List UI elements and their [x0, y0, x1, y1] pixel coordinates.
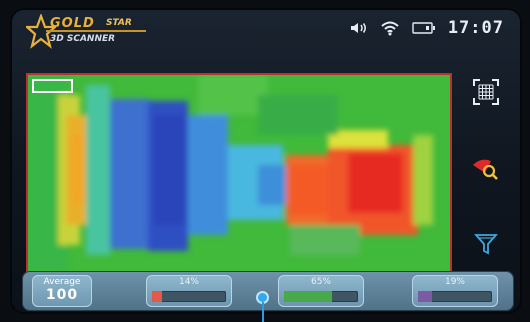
status-bar: 17:07 — [350, 16, 504, 40]
logo-scanner-text: 3D SCANNER — [50, 34, 116, 44]
average-box[interactable]: Average 100 — [32, 275, 92, 307]
meter-1-percent: 14% — [178, 277, 199, 287]
device-frame: GOLD STAR 3D SCANNER 17:07 Average 100 1… — [0, 0, 530, 322]
meter-3-fill — [418, 291, 433, 302]
scan-search-button[interactable] — [470, 154, 502, 186]
scan-search-icon — [473, 159, 498, 180]
clock-time: 17:07 — [447, 18, 504, 38]
screen: GOLD STAR 3D SCANNER 17:07 Average 100 1… — [10, 8, 522, 314]
volume-icon[interactable] — [350, 21, 368, 35]
average-label: Average — [43, 277, 81, 287]
logo-divider — [46, 30, 146, 32]
meter-2-fill — [284, 291, 333, 302]
filter-icon — [474, 234, 498, 255]
meter-2-track — [284, 291, 358, 302]
logo-star-text: STAR — [106, 18, 132, 28]
scan-image — [28, 75, 450, 271]
meter-3-percent: 19% — [444, 277, 465, 287]
grid-view-button[interactable] — [470, 76, 502, 108]
wifi-icon[interactable] — [380, 20, 400, 36]
position-indicator-line — [262, 302, 264, 322]
bottom-bar: Average 100 14% 65% 19% — [22, 271, 514, 311]
scan-cursor[interactable] — [32, 79, 73, 93]
filter-button[interactable] — [470, 228, 502, 260]
meter-3[interactable]: 19% — [412, 275, 498, 307]
scan-heatmap[interactable] — [26, 73, 452, 273]
grid-view-icon — [473, 79, 499, 105]
meter-1[interactable]: 14% — [146, 275, 232, 307]
header: GOLD STAR 3D SCANNER 17:07 — [10, 8, 522, 54]
average-value: 100 — [45, 287, 79, 303]
position-indicator-dot[interactable] — [258, 293, 267, 302]
battery-icon — [412, 22, 436, 34]
meter-1-track — [152, 291, 226, 302]
meter-2-percent: 65% — [310, 277, 331, 287]
gold-star-logo: GOLD STAR 3D SCANNER — [26, 14, 148, 50]
meter-2[interactable]: 65% — [278, 275, 364, 307]
logo-gold-text: GOLD — [50, 16, 95, 31]
meter-3-track — [418, 291, 492, 302]
meter-1-fill — [152, 291, 163, 302]
